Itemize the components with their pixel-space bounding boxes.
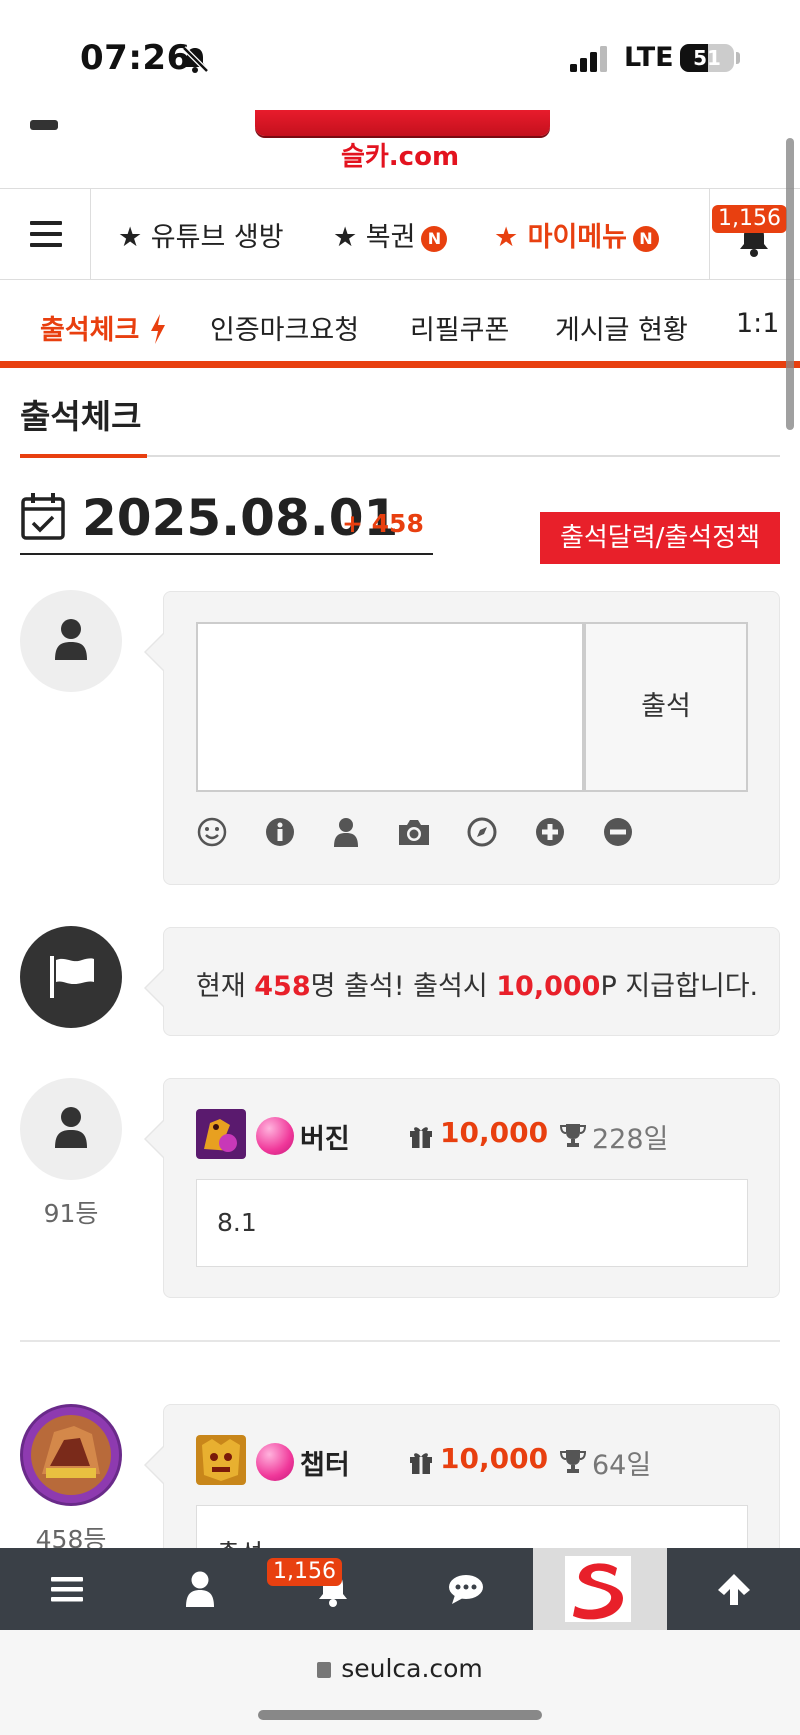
trophy-icon	[560, 1124, 586, 1147]
new-badge: N	[632, 225, 659, 252]
nav-item-youtube-live[interactable]: ★ 유튜브 생방	[118, 215, 284, 254]
dash-icon	[30, 120, 58, 130]
notice-avatar	[20, 926, 122, 1028]
entry-header: 챕터 10,000 64일	[196, 1435, 756, 1487]
nav-item-lottery[interactable]: ★ 복권 N	[333, 215, 448, 254]
avatar[interactable]	[20, 1404, 122, 1506]
comment-toolbar	[196, 816, 756, 850]
menu-button[interactable]	[0, 189, 91, 279]
info-icon[interactable]	[264, 816, 296, 848]
bell-off-icon	[182, 46, 209, 73]
home-indicator[interactable]	[258, 1710, 542, 1720]
trophy-icon	[560, 1450, 586, 1473]
attendance-days: 64일	[592, 1450, 652, 1481]
avatar-image	[23, 1407, 119, 1503]
user-name[interactable]: 버진	[300, 1117, 350, 1156]
tab-one-to-one[interactable]: 1:1	[736, 308, 779, 339]
status-time: 07:26	[80, 38, 191, 78]
signal-icon	[570, 46, 607, 72]
menu-icon	[51, 1577, 83, 1602]
page-title: 출석체크	[20, 397, 142, 436]
attendance-notice: 현재 458명 출석! 출석시 10,000P 지급합니다.	[144, 927, 780, 1036]
attend-button[interactable]: 출석	[584, 622, 748, 792]
notification-count-badge: 1,156	[267, 1558, 342, 1586]
lightning-icon	[150, 314, 165, 344]
tab-post-status[interactable]: 게시글 현황	[555, 308, 688, 347]
level-badge-icon	[196, 1109, 246, 1159]
scroll-top-button[interactable]	[667, 1548, 800, 1630]
top-nav: ★ 유튜브 생방 ★ 복권 N ★ 마이메뉴 N 1,156	[0, 188, 800, 280]
bottom-chat-button[interactable]	[399, 1548, 532, 1630]
hamburger-icon	[30, 221, 62, 247]
bottom-profile-button[interactable]	[133, 1548, 266, 1630]
user-icon[interactable]	[330, 816, 362, 848]
avatar[interactable]	[20, 1078, 122, 1180]
gift-icon	[410, 1453, 432, 1474]
site-logo[interactable]: 슬카.com	[0, 136, 800, 173]
date-row: 2025.08.01 + 458	[20, 485, 433, 555]
logo-graphic[interactable]	[255, 110, 550, 136]
url-display[interactable]: seulca.com	[0, 1654, 800, 1683]
smile-icon[interactable]	[196, 816, 228, 848]
notification-count-badge: 1,156	[712, 205, 787, 233]
minus-circle-icon[interactable]	[602, 816, 634, 848]
bottom-toolbar	[0, 1548, 800, 1630]
divider	[20, 1340, 780, 1342]
level-badge-icon	[196, 1435, 246, 1485]
network-label: LTE	[624, 42, 674, 73]
camera-icon[interactable]	[396, 816, 432, 848]
sub-nav: 출석체크 인증마크요청 리필쿠폰 게시글 현황 1:1	[0, 280, 800, 368]
user-name[interactable]: 챕터	[300, 1443, 350, 1482]
comment-input[interactable]	[196, 622, 584, 792]
points-value: 10,000	[440, 1116, 549, 1149]
gift-icon	[410, 1127, 432, 1148]
new-badge: N	[421, 225, 448, 252]
user-icon	[55, 619, 87, 660]
entry-message: 8.1	[196, 1179, 748, 1267]
nav-item-my-menu[interactable]: ★ 마이메뉴 N	[494, 215, 659, 254]
pink-ball-icon	[256, 1443, 294, 1481]
tab-cert-mark-request[interactable]: 인증마크요청	[210, 308, 359, 347]
arrow-up-icon	[718, 1574, 750, 1605]
tab-attendance[interactable]: 출석체크	[40, 308, 167, 347]
scrollbar[interactable]	[786, 138, 794, 430]
calendar-check-icon	[21, 493, 65, 540]
attendance-policy-button[interactable]: 출석달력/출석정책	[540, 512, 780, 564]
lock-icon	[317, 1662, 332, 1678]
entry-header: 버진 10,000 228일	[196, 1109, 756, 1161]
list-item: 버진 10,000 228일 8.1	[144, 1078, 780, 1298]
rank-label: 91등	[43, 1199, 99, 1228]
points-value: 10,000	[440, 1442, 549, 1475]
flag-icon	[50, 956, 94, 998]
plus-circle-icon[interactable]	[534, 816, 566, 848]
attendance-count: + 458	[342, 509, 424, 538]
site-header: 슬카.com	[0, 110, 800, 188]
title-underline	[20, 454, 147, 458]
user-icon	[55, 1107, 87, 1148]
status-bar: 07:26 LTE 51	[0, 0, 800, 118]
browser-url-bar[interactable]: seulca.com	[0, 1630, 800, 1735]
attendance-days: 228일	[592, 1124, 669, 1155]
pink-ball-icon	[256, 1117, 294, 1155]
comment-form: 출석	[144, 591, 780, 885]
bottom-menu-button[interactable]	[0, 1548, 133, 1630]
user-icon	[186, 1571, 214, 1607]
battery-icon: 51	[680, 44, 734, 72]
notice-text: 현재 458명 출석! 출석시 10,000P 지급합니다.	[196, 971, 759, 1002]
bottom-logo-button[interactable]	[533, 1548, 667, 1630]
chat-icon	[449, 1575, 483, 1604]
site-logo-icon	[565, 1556, 631, 1622]
tab-refill-coupon[interactable]: 리필쿠폰	[410, 308, 509, 347]
avatar	[20, 590, 122, 692]
compass-icon[interactable]	[466, 816, 498, 848]
